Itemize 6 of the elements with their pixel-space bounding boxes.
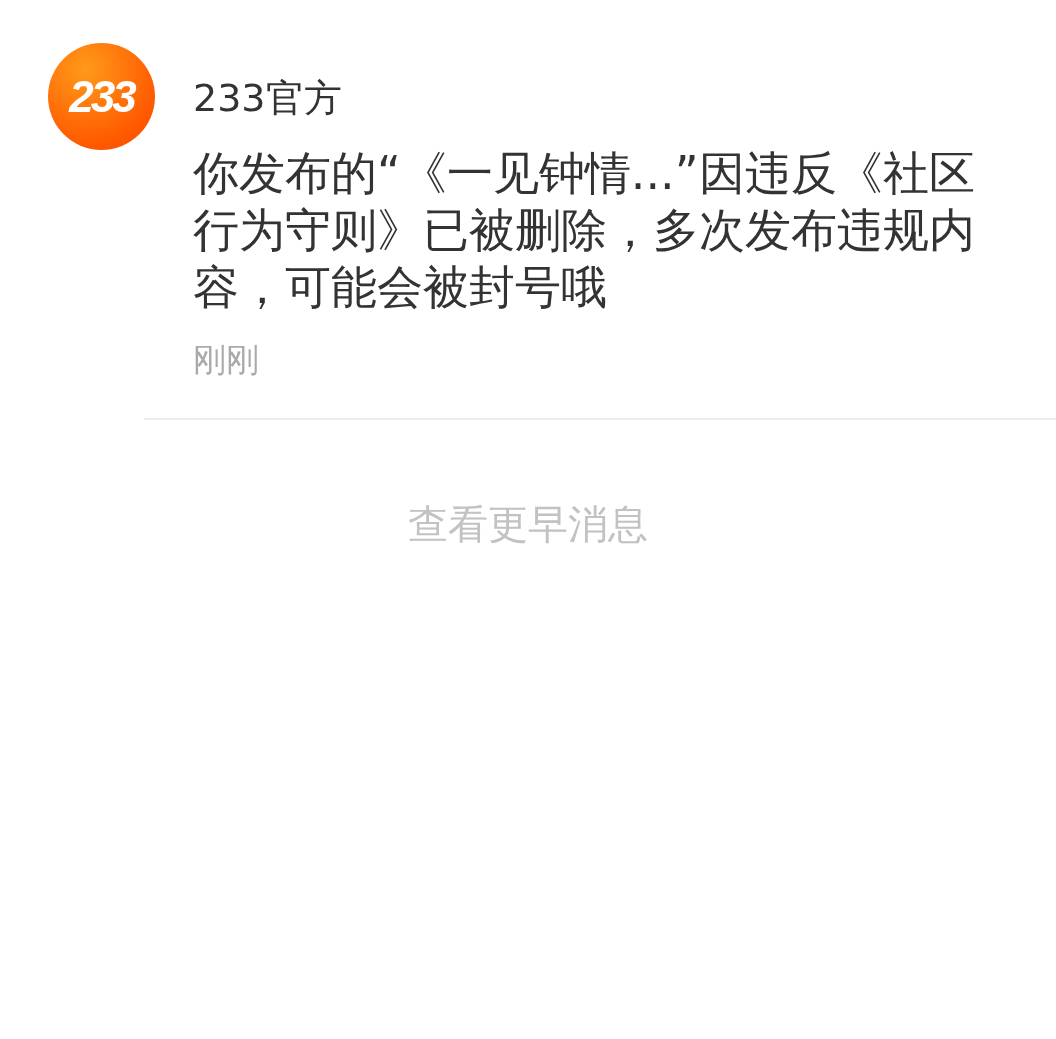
- load-earlier-link[interactable]: 查看更早消息: [408, 498, 648, 550]
- message-time: 刚刚: [193, 339, 260, 381]
- avatar[interactable]: 233: [48, 43, 155, 150]
- avatar-logo-text: 233: [69, 71, 134, 122]
- message-text: 你发布的“《一见钟情...”因违反《社区行为守则》已被删除，多次发布违规内容，可能会被封号哦: [193, 145, 976, 316]
- sender-name: 233官方: [193, 75, 343, 122]
